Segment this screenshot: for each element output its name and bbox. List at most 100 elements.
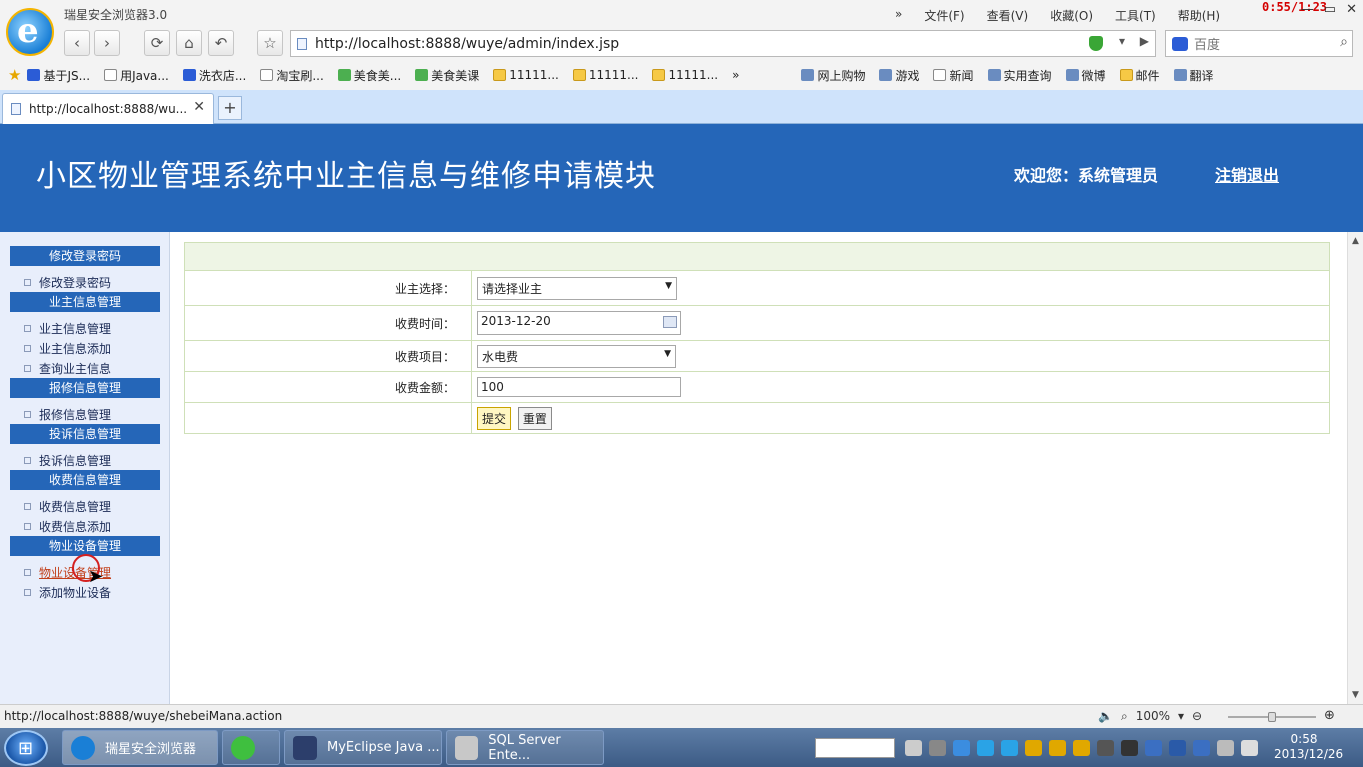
search-icon[interactable]: ⌕ — [1340, 34, 1348, 50]
quick-link-news[interactable]: 新闻 — [933, 67, 974, 84]
media-icon[interactable] — [1097, 740, 1114, 756]
speaker-icon[interactable]: 🔈 — [1098, 709, 1113, 724]
folder-icon — [493, 69, 507, 81]
menu-favorites[interactable]: 收藏(O) — [1050, 7, 1093, 24]
refresh-button[interactable]: ⟳ — [144, 30, 170, 56]
undo-button[interactable]: ↶ — [208, 30, 234, 56]
favorite-link[interactable]: 淘宝刷... — [260, 67, 324, 84]
calendar-icon[interactable] — [663, 316, 677, 328]
zoom-in-icon[interactable]: ⊕ — [1324, 708, 1335, 723]
shield-tray-icon[interactable] — [1145, 740, 1162, 756]
restore-icon[interactable]: ▭ — [1324, 2, 1336, 17]
new-tab-button[interactable]: + — [218, 96, 242, 120]
qq-icon[interactable] — [1049, 740, 1066, 756]
display-icon[interactable] — [1217, 740, 1234, 756]
sidebar-section-password[interactable]: 修改登录密码 — [10, 246, 160, 266]
task-browser[interactable]: 瑞星安全浏览器 — [62, 730, 218, 765]
quick-link-translate[interactable]: 翻译 — [1173, 67, 1214, 84]
scroll-down-icon[interactable]: ▼ — [1352, 690, 1359, 700]
amount-input[interactable]: 100 — [477, 377, 681, 397]
sidebar-item-complaint-manage[interactable]: 投诉信息管理 — [24, 452, 111, 469]
menu-more[interactable]: » — [895, 7, 902, 24]
favorite-folder[interactable]: 11111... — [493, 68, 559, 82]
favorite-folder[interactable]: 11111... — [652, 68, 718, 82]
close-window-icon[interactable]: ✕ — [1346, 2, 1357, 17]
address-dropdown-icon[interactable]: ▾ — [1119, 34, 1125, 48]
sidebar-section-owner[interactable]: 业主信息管理 — [10, 292, 160, 312]
date-input[interactable]: 2013-12-20 — [477, 311, 681, 335]
sidebar-section-complaint[interactable]: 投诉信息管理 — [10, 424, 160, 444]
shield-tray-icon[interactable] — [1193, 740, 1210, 756]
quick-link-query[interactable]: 实用查询 — [987, 67, 1052, 84]
qq-icon[interactable] — [1073, 740, 1090, 756]
task-myeclipse[interactable]: MyEclipse Java ... — [284, 730, 442, 765]
reset-button[interactable]: 重置 — [517, 406, 552, 430]
sidebar-section-repair[interactable]: 报修信息管理 — [10, 378, 160, 398]
network-icon[interactable] — [929, 740, 946, 756]
address-url[interactable]: http://localhost:8888/wuye/admin/index.j… — [315, 36, 619, 52]
start-button[interactable]: ⊞ — [4, 730, 48, 766]
sidebar-item-fee-manage[interactable]: 收费信息管理 — [24, 498, 111, 515]
address-bar[interactable]: http://localhost:8888/wuye/admin/index.j… — [290, 30, 1156, 57]
security-tray-icon[interactable] — [1169, 740, 1186, 756]
browser-tray-icon[interactable] — [977, 740, 994, 756]
favorite-link[interactable]: 美食美... — [337, 67, 401, 84]
favorite-folder[interactable]: 11111... — [572, 68, 638, 82]
tab-close-icon[interactable]: ✕ — [193, 99, 205, 115]
task-360-browser[interactable] — [222, 730, 280, 765]
search-input[interactable] — [1194, 35, 1324, 53]
favorite-link[interactable]: 用Java... — [104, 67, 169, 84]
favorite-link[interactable]: 基于JS... — [27, 67, 90, 84]
quick-link-mail[interactable]: 邮件 — [1119, 67, 1160, 84]
keyboard-icon[interactable] — [905, 740, 922, 756]
zoom-level[interactable]: 100% — [1136, 709, 1170, 724]
sidebar-section-equipment[interactable]: 物业设备管理 — [10, 536, 160, 556]
search-box[interactable]: ⌕ — [1165, 30, 1353, 57]
qq-icon[interactable] — [1025, 740, 1042, 756]
volume-icon[interactable] — [1241, 740, 1258, 756]
submit-button[interactable]: 提交 — [477, 406, 512, 430]
tree-node-icon — [24, 569, 31, 576]
quick-link-weibo[interactable]: 微博 — [1065, 67, 1106, 84]
go-icon[interactable]: ▶ — [1140, 34, 1149, 48]
zoom-slider-handle[interactable] — [1268, 712, 1276, 722]
tray-search-input[interactable] — [815, 738, 895, 758]
back-button[interactable]: ‹ — [64, 30, 90, 56]
owner-select[interactable]: 请选择业主 ▼ — [477, 276, 677, 300]
zoom-out-icon[interactable]: ⊖ — [1192, 709, 1202, 724]
sidebar-item-fee-add[interactable]: 收费信息添加 — [24, 518, 111, 535]
home-button[interactable]: ⌂ — [176, 30, 202, 56]
favorite-link[interactable]: 美食美课 — [415, 67, 479, 84]
scroll-up-icon[interactable]: ▲ — [1352, 236, 1359, 246]
logout-link[interactable]: 注销退出 — [1215, 162, 1279, 186]
sidebar-item-owner-query[interactable]: 查询业主信息 — [24, 360, 111, 377]
tool-icon[interactable] — [1121, 740, 1138, 756]
menu-view[interactable]: 查看(V) — [987, 7, 1029, 24]
zoom-slider[interactable] — [1228, 712, 1316, 722]
quick-link-games[interactable]: 游戏 — [879, 67, 919, 84]
minimize-icon[interactable]: — — [1301, 2, 1314, 17]
menu-tools[interactable]: 工具(T) — [1115, 7, 1156, 24]
item-select[interactable]: 水电费 ▼ — [477, 344, 676, 368]
browser-tray-icon[interactable] — [1001, 740, 1018, 756]
zoom-icon[interactable]: ⌕ — [1121, 709, 1128, 724]
vertical-scrollbar[interactable]: ▲ ▼ — [1347, 232, 1363, 704]
tab-current[interactable]: http://localhost:8888/wu... ✕ — [2, 93, 214, 124]
sidebar-item-owner-manage[interactable]: 业主信息管理 — [24, 320, 111, 337]
sidebar-item-repair-manage[interactable]: 报修信息管理 — [24, 406, 111, 423]
menu-help[interactable]: 帮助(H) — [1178, 7, 1220, 24]
zoom-dropdown-icon[interactable]: ▾ — [1178, 709, 1184, 724]
favorites-star-icon[interactable]: ★ — [8, 66, 21, 84]
sidebar-section-fee[interactable]: 收费信息管理 — [10, 470, 160, 490]
forward-button[interactable]: › — [94, 30, 120, 56]
search-tray-icon[interactable] — [953, 740, 970, 756]
sidebar-item-owner-add[interactable]: 业主信息添加 — [24, 340, 111, 357]
favorite-link[interactable]: 洗衣店... — [182, 67, 246, 84]
menu-file[interactable]: 文件(F) — [924, 7, 964, 24]
favorites-more[interactable]: » — [732, 68, 739, 82]
sidebar-item-change-password[interactable]: 修改登录密码 — [24, 274, 111, 291]
clock[interactable]: 0:58 2013/12/26 — [1274, 732, 1343, 762]
task-sql-server[interactable]: SQL Server Ente... — [446, 730, 604, 765]
favorite-button[interactable]: ☆ — [257, 30, 283, 56]
quick-link-shopping[interactable]: 网上购物 — [801, 67, 865, 84]
